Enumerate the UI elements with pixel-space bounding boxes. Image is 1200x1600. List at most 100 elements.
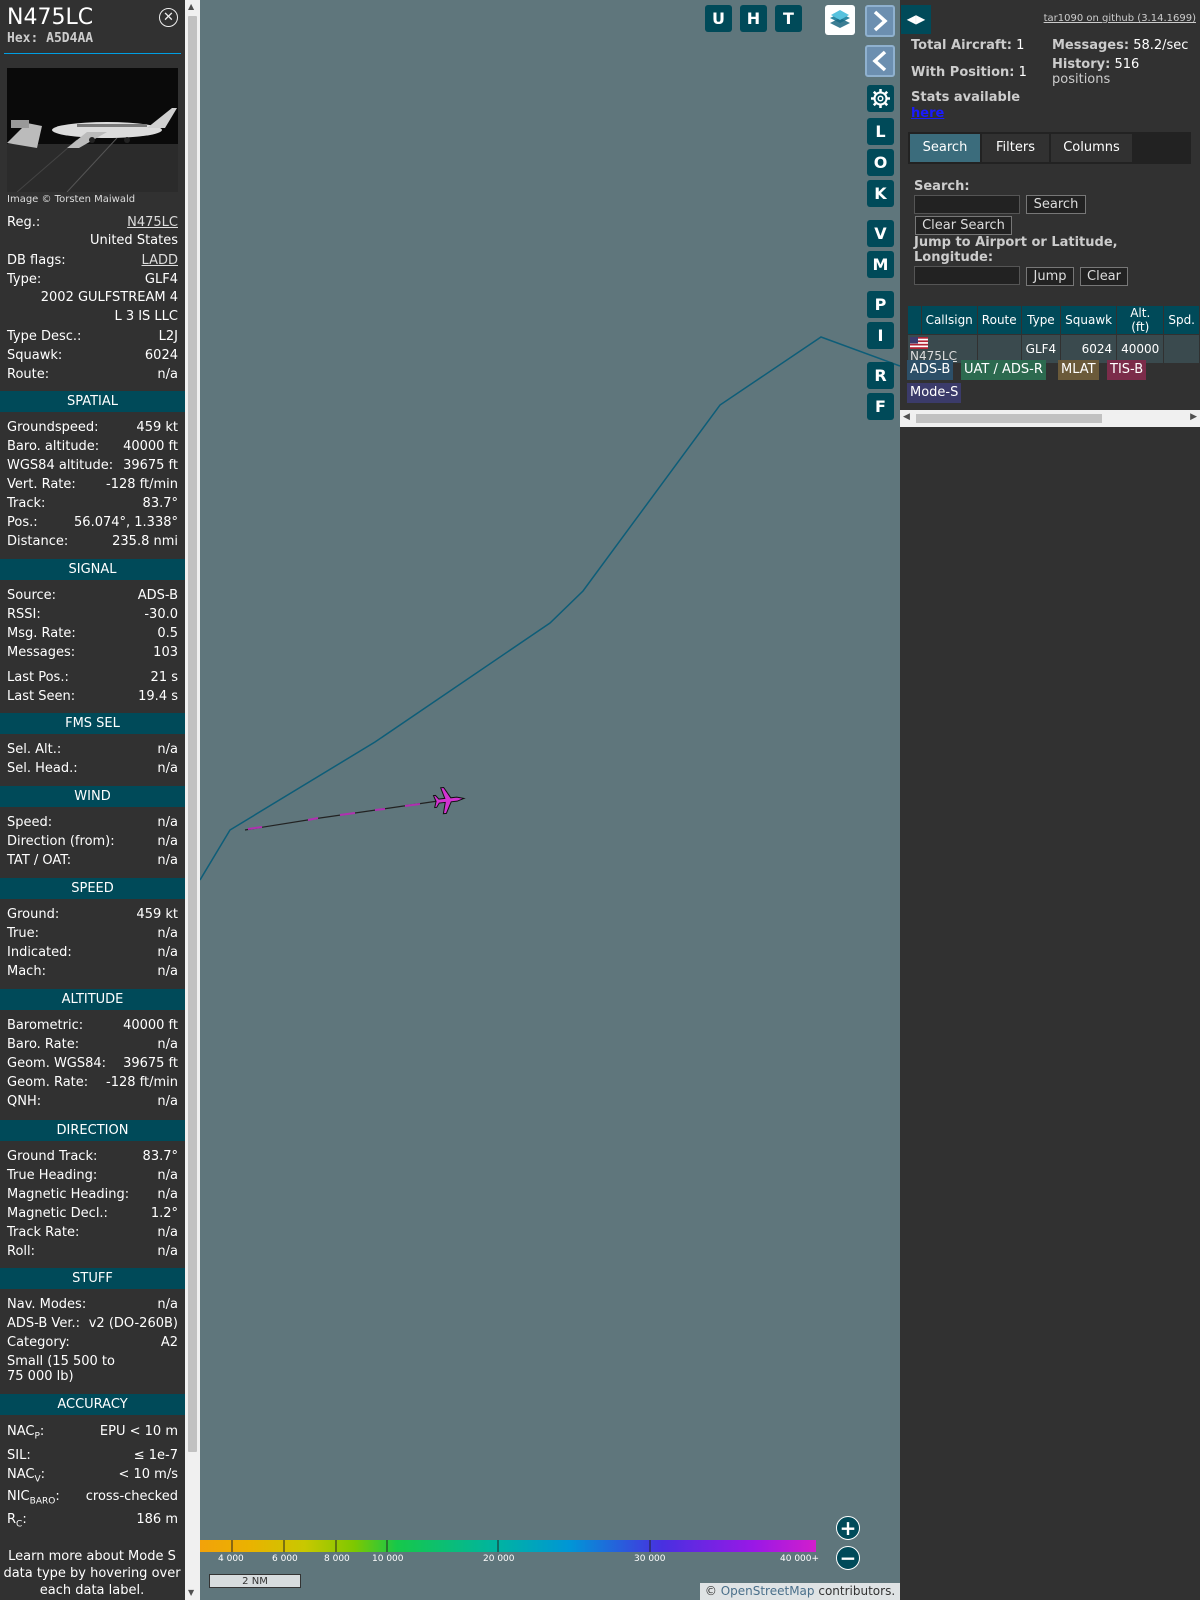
direction-row: Track Rate: n/a bbox=[7, 1224, 178, 1241]
search-input[interactable] bbox=[914, 195, 1020, 214]
scroll-up-arrow-icon[interactable]: ▲ bbox=[188, 2, 194, 11]
table-horizontal-scrollbar[interactable]: ◀ ▶ bbox=[900, 410, 1200, 427]
row-label: Messages: bbox=[7, 645, 76, 660]
stuff-row: Category: A2 bbox=[7, 1334, 178, 1351]
row-label: ADS-B Ver.: bbox=[7, 1316, 80, 1331]
chevron-right-icon bbox=[873, 10, 888, 32]
info-panel-scrollbar[interactable]: ▲ ▼ bbox=[185, 0, 200, 1600]
settings-button[interactable] bbox=[867, 85, 894, 112]
col-type[interactable]: Type bbox=[1021, 306, 1061, 334]
nacv-label: NACV: bbox=[7, 1467, 46, 1485]
altitude-row: Baro. Rate: n/a bbox=[7, 1036, 178, 1053]
map-button-t[interactable]: T bbox=[775, 5, 802, 32]
row-label: Msg. Rate: bbox=[7, 626, 76, 641]
col-route[interactable]: Route bbox=[977, 306, 1021, 334]
reg-link[interactable]: N475LC bbox=[127, 214, 178, 231]
map-button-r[interactable]: R bbox=[867, 362, 894, 389]
map-button-v[interactable]: V bbox=[867, 220, 894, 247]
zoom-in-button[interactable]: + bbox=[836, 1516, 860, 1540]
legend-tick-label: 8 000 bbox=[324, 1554, 350, 1564]
label-sub: V bbox=[34, 1474, 41, 1485]
map-canvas[interactable]: U H T L O K V M P I R F + − 4 000 6 000 … bbox=[200, 0, 900, 1600]
map-button-h[interactable]: H bbox=[740, 5, 767, 32]
github-link[interactable]: tar1090 on github (3.14.1699) bbox=[1044, 13, 1196, 24]
direction-row: Magnetic Heading: n/a bbox=[7, 1186, 178, 1203]
row-label: TAT / OAT: bbox=[7, 853, 72, 868]
track-segment bbox=[404, 803, 421, 807]
aircraft-photo[interactable] bbox=[7, 68, 178, 192]
country: United States bbox=[89, 233, 178, 248]
row-label: Sel. Head.: bbox=[7, 761, 78, 776]
dbflags-link[interactable]: LADD bbox=[142, 252, 178, 269]
callsign-cell[interactable]: N475LC bbox=[908, 335, 977, 363]
sidebar-resize-toggle[interactable]: ◀▶ bbox=[901, 5, 931, 34]
scrollbar-thumb[interactable] bbox=[188, 16, 197, 1452]
map-button-m[interactable]: M bbox=[867, 251, 894, 278]
map-button-l[interactable]: L bbox=[867, 118, 894, 145]
expand-sidebar-button[interactable] bbox=[865, 5, 895, 37]
jump-input[interactable] bbox=[914, 266, 1020, 285]
col-flag[interactable] bbox=[908, 306, 921, 334]
altitude-cell: 40000 bbox=[1117, 335, 1164, 363]
flight-track bbox=[200, 336, 900, 881]
close-icon[interactable]: ✕ bbox=[159, 8, 178, 27]
row-value: n/a bbox=[157, 926, 178, 941]
map-button-f[interactable]: F bbox=[867, 393, 894, 420]
stuff-row: Nav. Modes: n/a bbox=[7, 1296, 178, 1313]
tab-search[interactable]: Search bbox=[910, 134, 980, 162]
tab-filters[interactable]: Filters bbox=[982, 134, 1049, 162]
map-button-k[interactable]: K bbox=[867, 180, 894, 207]
scroll-left-arrow-icon[interactable]: ◀ bbox=[903, 412, 910, 422]
col-altitude[interactable]: Alt. (ft) bbox=[1117, 306, 1164, 334]
jump-button[interactable]: Jump bbox=[1026, 267, 1074, 286]
with-position-value: 1 bbox=[1018, 65, 1027, 80]
signal-row: Msg. Rate: 0.5 bbox=[7, 625, 178, 642]
clear-search-button[interactable]: Clear Search bbox=[915, 216, 1012, 235]
row-label: Mach: bbox=[7, 964, 46, 979]
openstreetmap-link[interactable]: OpenStreetMap bbox=[721, 1584, 815, 1598]
scroll-right-arrow-icon[interactable]: ▶ bbox=[1190, 412, 1197, 422]
layers-icon[interactable] bbox=[825, 5, 855, 35]
wind-row: TAT / OAT: n/a bbox=[7, 852, 178, 869]
legend-tick-label: 4 000 bbox=[218, 1554, 244, 1564]
tab-columns[interactable]: Columns bbox=[1051, 134, 1132, 162]
accuracy-row: NACP: EPU < 10 m bbox=[7, 1423, 178, 1442]
history-label: History: bbox=[1052, 57, 1111, 72]
row-label: Vert. Rate: bbox=[7, 477, 76, 492]
row-value: n/a bbox=[157, 1225, 178, 1240]
table-row[interactable]: N475LC GLF4 6024 40000 bbox=[908, 335, 1199, 363]
zoom-out-button[interactable]: − bbox=[836, 1546, 860, 1570]
row-label: Baro. altitude: bbox=[7, 439, 100, 454]
row-label: Source: bbox=[7, 588, 57, 603]
wind-row: Direction (from): n/a bbox=[7, 833, 178, 850]
squawk-label: Squawk: bbox=[7, 348, 63, 363]
map-button-p[interactable]: P bbox=[867, 291, 894, 318]
track-segment bbox=[307, 817, 319, 821]
row-value: n/a bbox=[157, 1168, 178, 1183]
map-button-i[interactable]: I bbox=[867, 322, 894, 349]
row-value: 0.5 bbox=[157, 626, 178, 641]
row-value: EPU < 10 m bbox=[99, 1424, 178, 1439]
signal-row: RSSI: -30.0 bbox=[7, 606, 178, 623]
col-speed[interactable]: Spd. bbox=[1164, 306, 1199, 334]
map-button-u[interactable]: U bbox=[705, 5, 732, 32]
badge-mlat: MLAT bbox=[1058, 360, 1099, 380]
nicbaro-label: NICBARO: bbox=[7, 1489, 60, 1507]
search-button[interactable]: Search bbox=[1026, 195, 1086, 214]
track-segment bbox=[247, 826, 263, 830]
type-cell: GLF4 bbox=[1021, 335, 1061, 363]
stats-available-label: Stats available bbox=[911, 90, 1021, 105]
messages-label: Messages: bbox=[1052, 38, 1130, 53]
scrollbar-thumb[interactable] bbox=[916, 414, 1102, 423]
map-button-o[interactable]: O bbox=[867, 149, 894, 176]
stats-available-text: Stats available bbox=[911, 90, 1020, 105]
clear-jump-button[interactable]: Clear bbox=[1080, 267, 1128, 286]
altitude-row: Geom. WGS84: 39675 ft bbox=[7, 1055, 178, 1072]
scroll-down-arrow-icon[interactable]: ▼ bbox=[188, 1588, 194, 1597]
aircraft-icon[interactable] bbox=[432, 786, 466, 815]
row-label: Pos.: bbox=[7, 515, 38, 530]
col-callsign[interactable]: Callsign bbox=[921, 306, 977, 334]
col-squawk[interactable]: Squawk bbox=[1061, 306, 1117, 334]
stats-link[interactable]: here bbox=[911, 106, 944, 121]
collapse-sidebar-button[interactable] bbox=[865, 45, 895, 77]
